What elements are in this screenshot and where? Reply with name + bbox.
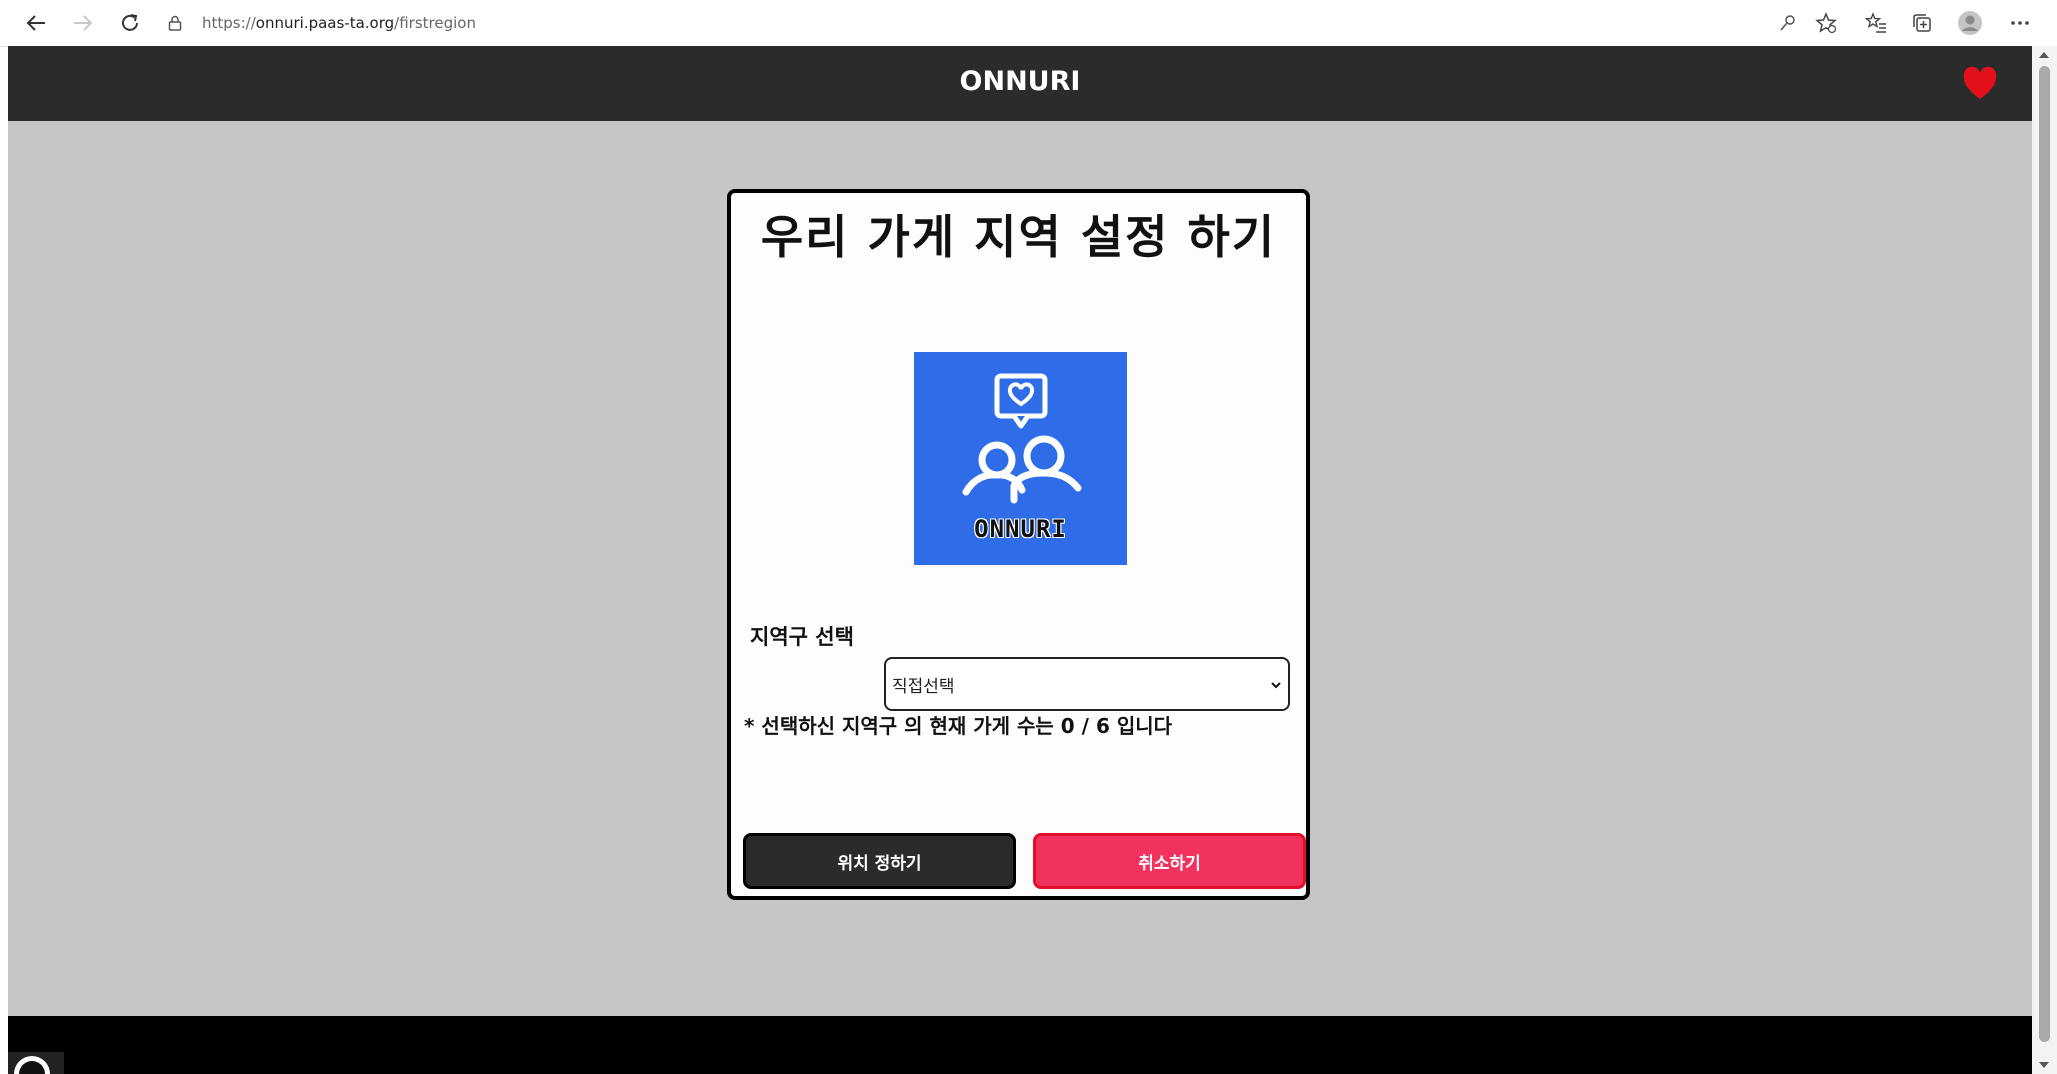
page-content: ONNURI 우리 가게 지역 설정 하기 ONNURI 지역구 선택 직접선택 — [8, 46, 2032, 1074]
site-title[interactable]: ONNURI — [8, 66, 2032, 97]
add-favorite-star-icon[interactable] — [1812, 9, 1840, 37]
region-select-dropdown[interactable]: 직접선택 — [884, 657, 1290, 711]
modal-title: 우리 가게 지역 설정 하기 — [760, 210, 1277, 264]
lock-icon — [168, 15, 188, 31]
page-scrollbar[interactable] — [2032, 46, 2057, 1074]
collections-icon[interactable] — [1908, 9, 1936, 37]
onnuri-logo: ONNURI — [914, 352, 1127, 565]
site-footer — [8, 1016, 2032, 1074]
github-icon[interactable] — [8, 1052, 64, 1074]
more-options-icon[interactable] — [2006, 9, 2034, 37]
url-path: /firstregion — [394, 14, 476, 32]
site-header: ONNURI — [8, 46, 2032, 121]
forward-arrow-icon[interactable] — [67, 7, 99, 39]
logo-wordmark: ONNURI — [974, 515, 1067, 543]
url-host: onnuri.paas-ta.org — [255, 14, 395, 32]
back-arrow-icon[interactable] — [20, 7, 52, 39]
store-count-text: * 선택하신 지역구 의 현재 가게 수는 0 / 6 입니다 — [744, 714, 1173, 738]
set-location-button[interactable]: 위치 정하기 — [743, 833, 1016, 889]
scroll-up-icon[interactable] — [2039, 52, 2049, 58]
region-setup-modal: 우리 가게 지역 설정 하기 ONNURI 지역구 선택 직접선택 * 선택하신… — [727, 189, 1310, 900]
region-select-label: 지역구 선택 — [750, 625, 854, 649]
browser-toolbar: https://onnuri.paas-ta.org/firstregion — [0, 0, 2057, 47]
read-aloud-icon[interactable] — [1774, 9, 1802, 37]
chevron-down-icon — [1270, 675, 1282, 695]
profile-avatar-icon[interactable] — [1956, 9, 1984, 37]
cancel-button[interactable]: 취소하기 — [1033, 833, 1306, 889]
address-bar[interactable]: https://onnuri.paas-ta.org/firstregion — [168, 9, 1768, 37]
url-scheme: https:// — [202, 14, 256, 32]
scrollbar-thumb[interactable] — [2039, 66, 2050, 1042]
scroll-down-icon[interactable] — [2039, 1062, 2049, 1068]
heart-icon[interactable] — [1962, 66, 1998, 102]
favorites-list-icon[interactable] — [1862, 9, 1890, 37]
refresh-icon[interactable] — [114, 7, 146, 39]
region-select-value: 직접선택 — [892, 676, 955, 697]
